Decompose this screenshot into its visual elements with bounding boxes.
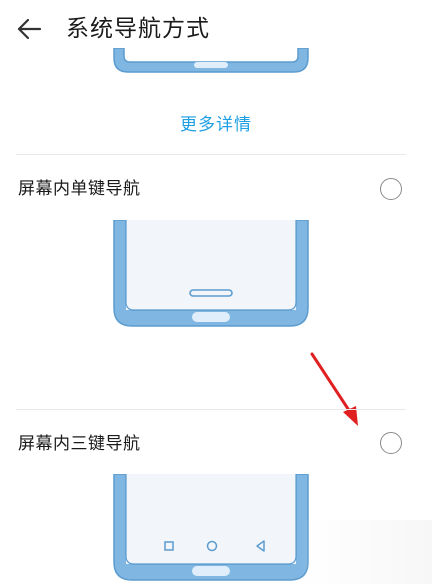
more-details-link[interactable]: 更多详情 (0, 110, 432, 135)
back-button[interactable] (14, 14, 44, 44)
arrow-left-icon (17, 18, 42, 40)
phone-single-key-preview (113, 220, 309, 327)
divider (16, 409, 406, 410)
option-label-single-key[interactable]: 屏幕内单键导航 (18, 176, 141, 202)
radio-three-key[interactable] (380, 432, 402, 454)
divider (16, 154, 406, 155)
radio-single-key[interactable] (380, 178, 402, 200)
annotation-arrow (310, 352, 358, 426)
phone-three-key-preview (113, 474, 309, 581)
option-label-three-key[interactable]: 屏幕内三键导航 (18, 431, 141, 457)
navigation-settings-page: 系统导航方式 更多详情 屏幕内单键导航 屏幕内三键导航 (0, 0, 432, 584)
bottom-fade-overlay (300, 520, 432, 584)
phone-gesture-preview (113, 48, 309, 73)
page-title: 系统导航方式 (66, 16, 210, 42)
